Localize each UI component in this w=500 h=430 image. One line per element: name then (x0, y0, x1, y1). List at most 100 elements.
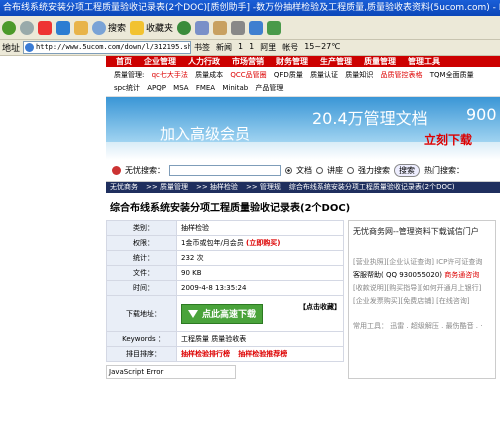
info-row-permission: 权限： 1金币或包年/月会员 (立即购买) (106, 235, 344, 251)
info-value: 90 KB (176, 265, 344, 281)
side-panel: 无忧商务网--管理资料下载诚信门户 [营业执照][企业认证查询] ICP许可证查… (348, 220, 496, 379)
address-label: 地址 (2, 44, 21, 54)
weather-widget[interactable]: 15~27℃ (304, 42, 340, 53)
permission-text: 1金币或包年/月会员 (181, 239, 244, 247)
site-search-input[interactable] (169, 165, 281, 176)
subnav-tqm[interactable]: TQM全面质量 (430, 71, 474, 79)
radio-lesson[interactable] (316, 167, 323, 174)
address-bar: 地址 http://www.5ucom.com/down/l/312195.sh… (0, 40, 500, 56)
link-bookmarks[interactable]: 书签 (194, 42, 210, 53)
subnav-cost[interactable]: 质量成本 (195, 71, 223, 79)
favorites-button-label: 收藏夹 (146, 24, 174, 34)
nav-finance[interactable]: 财务管理 (276, 56, 308, 67)
url-field[interactable]: http://www.5ucom.com/down/l/312195.shtml (23, 41, 192, 54)
nav-marketing[interactable]: 市场营销 (232, 56, 264, 67)
site-nav: 首页 企业管理 人力行政 市场营销 财务管理 生产管理 质量管理 管理工具 (106, 56, 500, 67)
messenger-icon[interactable] (267, 20, 282, 35)
history-icon[interactable] (195, 20, 210, 35)
nav-hr[interactable]: 人力行政 (188, 56, 220, 67)
radio-lesson-label: 讲座 (327, 166, 343, 175)
radio-strong[interactable] (347, 167, 354, 174)
link-news[interactable]: 新闻 (216, 42, 232, 53)
side-consult-link[interactable]: 商务通咨询 (444, 271, 479, 279)
side-tools[interactable]: 常用工具： 迅雷 . 超级解压 . 最伤酷音 . · (353, 320, 491, 333)
subnav-product[interactable]: 产品管理 (255, 84, 283, 92)
info-value: 点此高速下载 【点击收藏】 (176, 295, 344, 332)
print-icon[interactable] (231, 20, 246, 35)
nav-home[interactable]: 首页 (116, 56, 132, 67)
subnav-apqp[interactable]: APQP (147, 84, 166, 92)
collect-link[interactable]: 【点击收藏】 (299, 302, 341, 312)
subnav-spc[interactable]: spc统计 (114, 84, 140, 92)
favorites-button[interactable]: 收藏夹 (130, 20, 174, 35)
info-key: 时间： (106, 280, 177, 296)
info-key: Keywords ： (106, 331, 177, 347)
back-button[interactable] (2, 20, 16, 35)
info-value[interactable]: 抽样检验 (176, 220, 344, 236)
media-icon[interactable] (177, 20, 192, 35)
home-icon[interactable] (74, 20, 88, 35)
link-account[interactable]: 帐号 (282, 42, 298, 53)
forward-button[interactable] (20, 20, 34, 35)
banner-right-text: 20.4万管理文档 (312, 109, 428, 128)
link-2[interactable]: 1 (249, 42, 254, 53)
side-line-4[interactable]: [企业发票购买][免费店铺] [在线咨询] (353, 295, 491, 308)
info-row-keywords: Keywords ： 工程质量 质量验收表 (106, 331, 344, 347)
radio-doc[interactable] (285, 167, 292, 174)
site-search-button[interactable]: 搜索 (394, 164, 420, 177)
search-button-label: 搜索 (108, 24, 127, 34)
subnav-qc7[interactable]: qc七大手法 (152, 71, 188, 79)
subnav-msa[interactable]: MSA (173, 84, 188, 92)
paw-icon[interactable] (249, 20, 264, 35)
subnav-label: 质量管理: (114, 71, 145, 79)
subnav-qcc[interactable]: QCC品管圈 (230, 71, 266, 79)
breadcrumb-rules[interactable]: >> 管理规 (246, 182, 281, 193)
browser-toolbar: 搜索 收藏夹 (0, 16, 500, 40)
stop-icon[interactable] (38, 20, 52, 35)
info-row-download: 下载地址： 点此高速下载 【点击收藏】 (106, 295, 344, 332)
link-ali[interactable]: 阿里 (260, 42, 276, 53)
info-value: 1金币或包年/月会员 (立即购买) (176, 235, 344, 251)
rank-link-1[interactable]: 抽样检验排行榜 (181, 350, 230, 358)
vip-banner[interactable]: 加入高级会员 20.4万管理文档 900 立刻下载 (106, 97, 500, 160)
nav-production[interactable]: 生产管理 (320, 56, 352, 67)
refresh-icon[interactable] (56, 20, 70, 35)
info-row-stats: 统计： 232 次 (106, 250, 344, 266)
info-row-file: 文件： 90 KB (106, 265, 344, 281)
buy-now-link[interactable]: (立即购买) (246, 239, 280, 247)
quality-subnav: 质量管理: qc七大手法 质量成本 QCC品管圈 QFD质量 质量认证 质量知识… (106, 67, 500, 97)
info-value[interactable]: 工程质量 质量验收表 (176, 331, 344, 347)
banner-download-button[interactable]: 立刻下载 (424, 131, 472, 148)
info-row-rank: 排目排序： 抽样检验排行榜 抽样检验推荐榜 (106, 346, 344, 362)
search-button[interactable]: 搜索 (92, 20, 127, 35)
subnav-fmea[interactable]: FMEA (196, 84, 215, 92)
nav-tools[interactable]: 管理工具 (408, 56, 440, 67)
subnav-minitab[interactable]: Minitab (222, 84, 248, 92)
subnav-knowledge[interactable]: 质量知识 (345, 71, 373, 79)
side-support: 客服帮助( QQ 930055020) (353, 271, 443, 279)
search-icon (92, 20, 106, 35)
link-1[interactable]: 1 (238, 42, 243, 53)
hot-search-label: 热门搜索： (424, 166, 464, 175)
page-content: 首页 企业管理 人力行政 市场营销 财务管理 生产管理 质量管理 管理工具 质量… (0, 56, 500, 430)
star-icon (130, 20, 145, 35)
banner-cut-text: 900 (466, 105, 497, 124)
info-value: 2009-4-8 13:35:24 (176, 280, 344, 296)
subnav-qfd[interactable]: QFD质量 (274, 71, 303, 79)
nav-business[interactable]: 企业管理 (144, 56, 176, 67)
info-key: 统计： (106, 250, 177, 266)
info-key: 权限： (106, 235, 177, 251)
breadcrumb-quality[interactable]: >> 质量管理 (146, 182, 188, 193)
nav-quality[interactable]: 质量管理 (364, 56, 396, 67)
download-button[interactable]: 点此高速下载 (181, 303, 264, 324)
subnav-cert[interactable]: 质量认证 (310, 71, 338, 79)
subnav-forms[interactable]: 品质管控表格 (381, 71, 423, 79)
mail-icon[interactable] (213, 20, 228, 35)
side-line-1[interactable]: [营业执照][企业认证查询] ICP许可证查询 (353, 256, 491, 269)
info-row-category: 类别： 抽样检验 (106, 220, 344, 236)
breadcrumb-sampling[interactable]: >> 抽样检验 (196, 182, 238, 193)
download-arrow-icon (188, 309, 198, 318)
breadcrumb-home[interactable]: 无忧商务 (110, 182, 138, 193)
side-line-3[interactable]: [收款说明][购买指导][如何开通月上银行] (353, 282, 491, 295)
rank-link-2[interactable]: 抽样检验推荐榜 (238, 350, 287, 358)
